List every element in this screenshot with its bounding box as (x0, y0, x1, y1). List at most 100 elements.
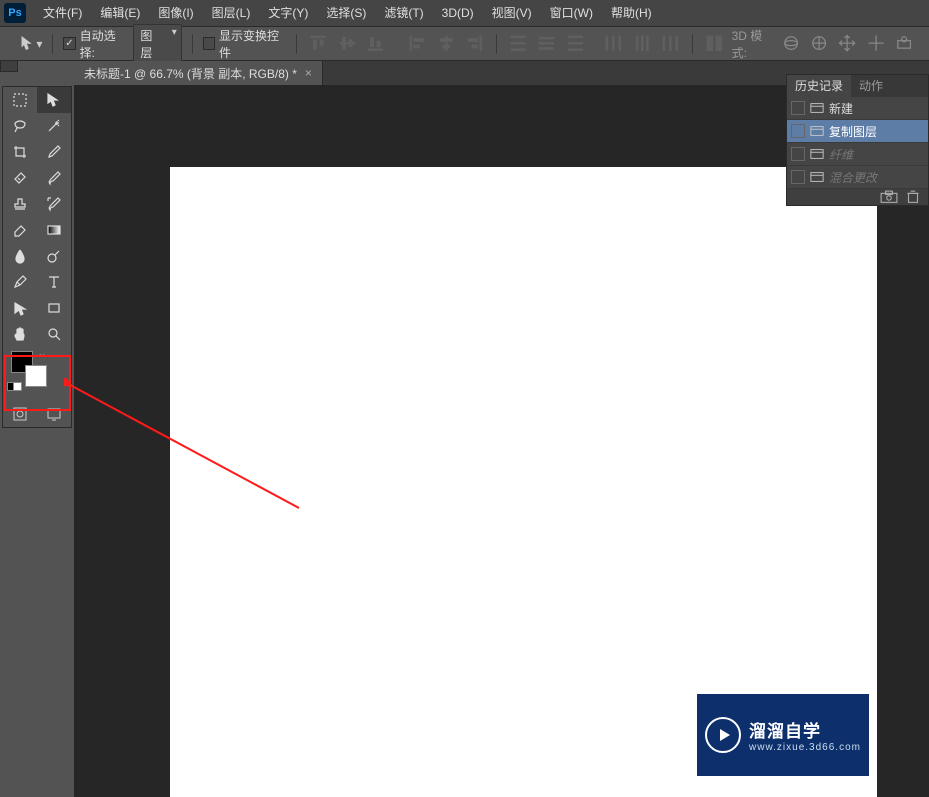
hand-tool[interactable] (3, 321, 37, 347)
checkbox-checked-icon: ✓ (63, 37, 75, 50)
default-colors-icon[interactable] (7, 379, 22, 393)
clone-stamp-tool[interactable] (3, 191, 37, 217)
slide-3d-icon[interactable] (865, 33, 887, 55)
scale-3d-icon[interactable] (893, 33, 915, 55)
magic-wand-tool[interactable] (37, 113, 71, 139)
close-icon[interactable]: × (305, 66, 312, 80)
distribute-vcenter-icon[interactable] (535, 33, 558, 55)
history-item-label: 纤维 (829, 146, 853, 163)
align-bottom-icon[interactable] (364, 33, 387, 55)
document-tab-title: 未标题-1 @ 66.7% (背景 副本, RGB/8) * (84, 65, 297, 82)
history-item[interactable]: 复制图层 (787, 120, 928, 143)
history-brush-tool[interactable] (37, 191, 71, 217)
blur-tool[interactable] (3, 243, 37, 269)
create-snapshot-icon[interactable] (880, 191, 898, 203)
menu-type[interactable]: 文字(Y) (259, 0, 317, 27)
distribute-top-icon[interactable] (507, 33, 530, 55)
auto-select-checkbox[interactable]: ✓ 自动选择: (63, 27, 127, 61)
history-state-icon (809, 170, 825, 184)
options-bar: ▾ ✓ 自动选择: 图层 显示变换控件 3D 模式: (0, 27, 929, 61)
background-color-swatch[interactable] (25, 365, 47, 387)
visibility-box-icon[interactable] (791, 170, 805, 184)
delete-state-icon[interactable] (904, 191, 922, 203)
separator-icon (52, 34, 53, 54)
distribute-left-icon[interactable] (602, 33, 625, 55)
gradient-tool[interactable] (37, 217, 71, 243)
healing-brush-tool[interactable] (3, 165, 37, 191)
screen-mode-tool[interactable] (37, 401, 71, 427)
crop-tool[interactable] (3, 139, 37, 165)
distribute-right-icon[interactable] (659, 33, 682, 55)
brush-tool[interactable] (37, 165, 71, 191)
menu-image[interactable]: 图像(I) (149, 0, 202, 27)
history-item[interactable]: 纤维 (787, 143, 928, 166)
app-logo-icon: Ps (4, 3, 26, 23)
quick-mask-tool[interactable] (3, 401, 37, 427)
tab-history[interactable]: 历史记录 (787, 75, 851, 97)
separator-icon (692, 34, 693, 54)
history-state-icon (809, 147, 825, 161)
align-hcenter-icon[interactable] (435, 33, 458, 55)
separator-icon (296, 34, 297, 54)
roll-3d-icon[interactable] (808, 33, 830, 55)
align-vcenter-icon[interactable] (336, 33, 359, 55)
move-tool[interactable] (37, 87, 71, 113)
move-tool-preset-icon[interactable]: ▾ (20, 33, 42, 55)
type-tool[interactable] (37, 269, 71, 295)
dodge-tool[interactable] (37, 243, 71, 269)
pen-tool[interactable] (3, 269, 37, 295)
panel-tabs: 历史记录 动作 (787, 75, 928, 97)
swap-colors-icon[interactable]: ↔ (37, 349, 47, 360)
pan-3d-icon[interactable] (836, 33, 858, 55)
lasso-tool[interactable] (3, 113, 37, 139)
menu-edit[interactable]: 编辑(E) (91, 0, 149, 27)
menu-filter[interactable]: 滤镜(T) (375, 0, 432, 27)
menu-file[interactable]: 文件(F) (34, 0, 91, 27)
mode-3d-label: 3D 模式: (732, 27, 774, 61)
menu-layer[interactable]: 图层(L) (203, 0, 260, 27)
watermark-url: www.zixue.3d66.com (749, 742, 861, 753)
eraser-tool[interactable] (3, 217, 37, 243)
align-left-icon[interactable] (406, 33, 429, 55)
show-transform-checkbox[interactable]: 显示变换控件 (203, 27, 286, 61)
history-panel: 历史记录 动作 新建复制图层纤维混合更改 (786, 74, 929, 206)
path-select-tool[interactable] (3, 295, 37, 321)
zoom-tool[interactable] (37, 321, 71, 347)
align-right-icon[interactable] (463, 33, 486, 55)
color-swatch-area: ↔ (3, 347, 71, 401)
menu-window[interactable]: 窗口(W) (541, 0, 602, 27)
visibility-box-icon[interactable] (791, 147, 805, 161)
history-item-label: 新建 (829, 100, 853, 117)
auto-select-dropdown[interactable]: 图层 (133, 24, 181, 64)
show-transform-label: 显示变换控件 (219, 27, 286, 61)
rectangle-tool[interactable] (37, 295, 71, 321)
visibility-box-icon[interactable] (791, 124, 805, 138)
orbit-3d-icon[interactable] (780, 33, 802, 55)
auto-align-icon[interactable] (703, 33, 726, 55)
history-item-label: 复制图层 (829, 123, 877, 140)
watermark-badge: 溜溜自学 www.zixue.3d66.com (697, 694, 869, 776)
menu-help[interactable]: 帮助(H) (602, 0, 661, 27)
toolbox: ↔ (2, 86, 72, 428)
auto-select-label: 自动选择: (80, 27, 128, 61)
checkbox-empty-icon (203, 37, 215, 50)
history-state-icon (809, 101, 825, 115)
play-icon (705, 717, 741, 753)
marquee-tool[interactable] (3, 87, 37, 113)
visibility-box-icon[interactable] (791, 101, 805, 115)
eyedropper-tool[interactable] (37, 139, 71, 165)
collapsed-panel-handle[interactable] (0, 60, 18, 72)
history-item[interactable]: 新建 (787, 97, 928, 120)
menu-3d[interactable]: 3D(D) (433, 0, 483, 27)
separator-icon (192, 34, 193, 54)
history-item[interactable]: 混合更改 (787, 166, 928, 189)
align-top-icon[interactable] (307, 33, 330, 55)
separator-icon (496, 34, 497, 54)
distribute-hcenter-icon[interactable] (631, 33, 654, 55)
menu-select[interactable]: 选择(S) (317, 0, 375, 27)
history-state-icon (809, 124, 825, 138)
document-tab[interactable]: 未标题-1 @ 66.7% (背景 副本, RGB/8) * × (74, 61, 323, 85)
distribute-bottom-icon[interactable] (564, 33, 587, 55)
menu-view[interactable]: 视图(V) (483, 0, 541, 27)
tab-actions[interactable]: 动作 (851, 75, 891, 97)
